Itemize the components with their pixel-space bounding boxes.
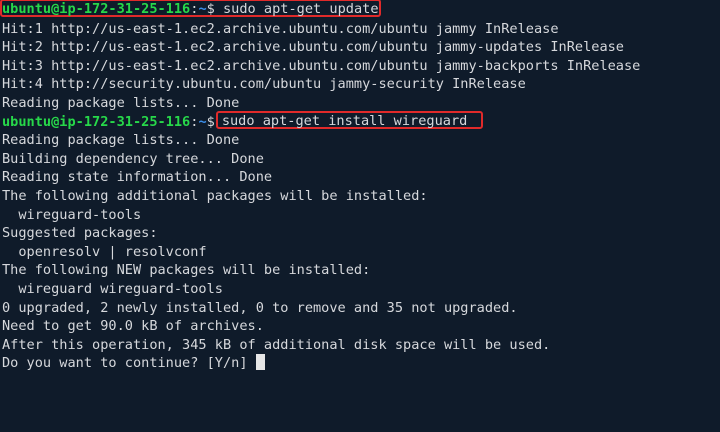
terminal-window[interactable]: ubuntu@ip-172-31-25-116:~$ sudo apt-get … bbox=[0, 0, 720, 432]
output-line: 0 upgraded, 2 newly installed, 0 to remo… bbox=[2, 299, 518, 316]
prompt-symbol: $ bbox=[206, 1, 215, 17]
output-line: Building dependency tree... Done bbox=[2, 150, 264, 167]
output-line: Hit:2 http://us-east-1.ec2.archive.ubunt… bbox=[2, 39, 624, 56]
output-line: wireguard-tools bbox=[2, 206, 142, 223]
output-line: Hit:4 http://security.ubuntu.com/ubuntu … bbox=[2, 76, 526, 93]
command-update: sudo apt-get update bbox=[223, 1, 379, 17]
output-line: Reading package lists... Done bbox=[2, 94, 240, 111]
prompt-line-update: ubuntu@ip-172-31-25-116:~$ sudo apt-get … bbox=[0, 0, 720, 20]
output-line: Suggested packages: bbox=[2, 225, 158, 242]
output-line: The following NEW packages will be insta… bbox=[2, 262, 371, 279]
output-line: Need to get 90.0 kB of archives. bbox=[2, 318, 264, 335]
text-cursor[interactable] bbox=[255, 354, 265, 371]
output-line: Reading package lists... Done bbox=[2, 132, 240, 149]
output-line: The following additional packages will b… bbox=[2, 187, 428, 204]
output-line: openresolv | resolvconf bbox=[2, 243, 207, 260]
output-line: After this operation, 345 kB of addition… bbox=[2, 336, 551, 353]
output-line: Reading state information... Done bbox=[2, 169, 273, 186]
output-line: wireguard wireguard-tools bbox=[2, 280, 223, 297]
prompt-path: ~ bbox=[198, 113, 207, 130]
output-line: Hit:3 http://us-east-1.ec2.archive.ubunt… bbox=[2, 57, 641, 74]
output-line: Hit:1 http://us-east-1.ec2.archive.ubunt… bbox=[2, 20, 559, 37]
prompt-symbol: $ bbox=[206, 113, 215, 130]
confirm-prompt: Do you want to continue? [Y/n] bbox=[2, 355, 256, 372]
prompt-line-install: ubuntu@ip-172-31-25-116:~$ sudo apt-get i… bbox=[2, 110, 720, 132]
highlight-box-update: ubuntu@ip-172-31-25-116:~$ sudo apt-get … bbox=[0, 0, 381, 17]
command-install: sudo apt-get install wireguard bbox=[221, 112, 468, 129]
highlight-box-install: sudo apt-get install wireguard bbox=[215, 110, 484, 129]
prompt-user-host: ubuntu@ip-172-31-25-116 bbox=[2, 1, 191, 17]
prompt-path: ~ bbox=[198, 1, 207, 17]
confirm-line[interactable]: Do you want to continue? [Y/n] bbox=[2, 354, 720, 373]
prompt-user-host: ubuntu@ip-172-31-25-116 bbox=[2, 113, 191, 130]
